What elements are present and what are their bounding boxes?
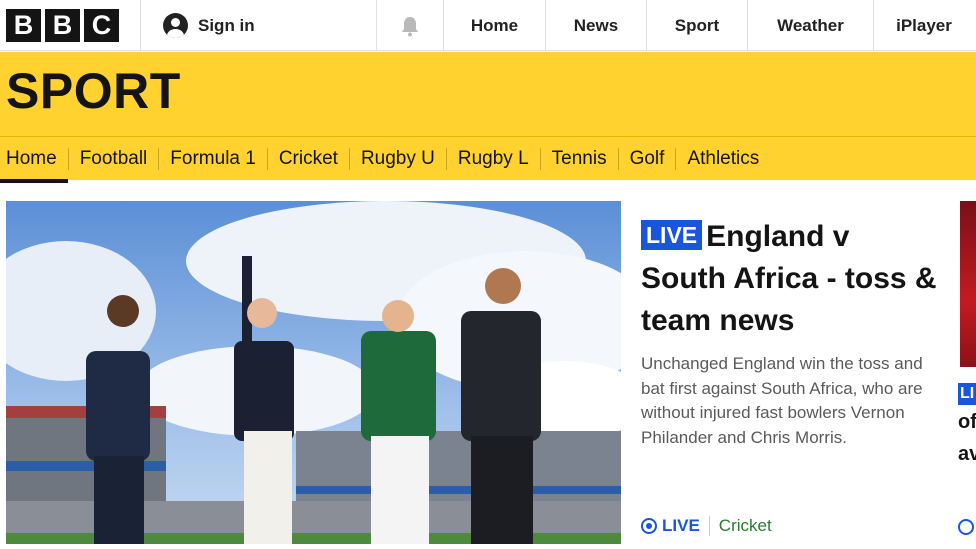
live-badge: LIVE bbox=[641, 220, 703, 250]
logo-letter-b2: B bbox=[45, 9, 80, 42]
subnav-rugby-league[interactable]: Rugby L bbox=[447, 147, 541, 170]
next-story-headline-line2[interactable]: av bbox=[958, 443, 976, 466]
subnav-football[interactable]: Football bbox=[69, 147, 160, 170]
story-meta: LIVE Cricket bbox=[641, 516, 772, 536]
topic-tag-cricket[interactable]: Cricket bbox=[710, 516, 772, 536]
bbc-logo[interactable]: B B C bbox=[0, 0, 141, 51]
nav-weather[interactable]: Weather bbox=[748, 0, 874, 51]
story-summary: Unchanged England win the toss and bat f… bbox=[641, 354, 923, 447]
logo-letter-b1: B bbox=[6, 9, 41, 42]
story-headline[interactable]: LIVE England v South Africa - toss & team… bbox=[641, 216, 941, 342]
nav-sport[interactable]: Sport bbox=[647, 0, 748, 51]
sign-in-link[interactable]: Sign in bbox=[141, 0, 376, 51]
coin-toss-photo bbox=[6, 201, 621, 544]
sport-subnav: Home Football Formula 1 Cricket Rugby U … bbox=[0, 136, 976, 183]
subnav-tennis[interactable]: Tennis bbox=[541, 147, 619, 170]
nav-news[interactable]: News bbox=[546, 0, 647, 51]
subnav-golf[interactable]: Golf bbox=[619, 147, 677, 170]
next-story-live-dot-icon bbox=[958, 519, 974, 535]
lead-story[interactable]: LIVE England v South Africa - toss & team… bbox=[641, 216, 941, 450]
subnav-athletics[interactable]: Athletics bbox=[676, 148, 770, 170]
logo-letter-c: C bbox=[84, 9, 119, 42]
user-icon bbox=[163, 13, 188, 38]
next-story-live-badge: LI bbox=[958, 383, 976, 405]
global-header: B B C Sign in Home News Sport Weather iP… bbox=[0, 0, 976, 51]
subnav-home[interactable]: Home bbox=[0, 147, 69, 183]
live-label: LIVE bbox=[662, 516, 700, 535]
live-dot-icon bbox=[641, 518, 657, 534]
nav-home[interactable]: Home bbox=[444, 0, 546, 51]
notifications-button[interactable] bbox=[376, 0, 444, 51]
next-story-image[interactable] bbox=[960, 201, 976, 367]
nav-iplayer[interactable]: iPlayer bbox=[874, 0, 974, 51]
subnav-rugby-union[interactable]: Rugby U bbox=[350, 147, 447, 170]
subnav-formula-1[interactable]: Formula 1 bbox=[159, 147, 268, 170]
next-story-headline-line1[interactable]: of bbox=[958, 411, 976, 434]
live-indicator: LIVE bbox=[641, 516, 710, 536]
sport-banner: SPORT bbox=[0, 52, 976, 136]
sign-in-label: Sign in bbox=[198, 15, 255, 35]
bell-icon bbox=[402, 16, 418, 36]
sport-title[interactable]: SPORT bbox=[6, 66, 181, 116]
story-image[interactable] bbox=[6, 201, 621, 544]
subnav-cricket[interactable]: Cricket bbox=[268, 147, 350, 170]
